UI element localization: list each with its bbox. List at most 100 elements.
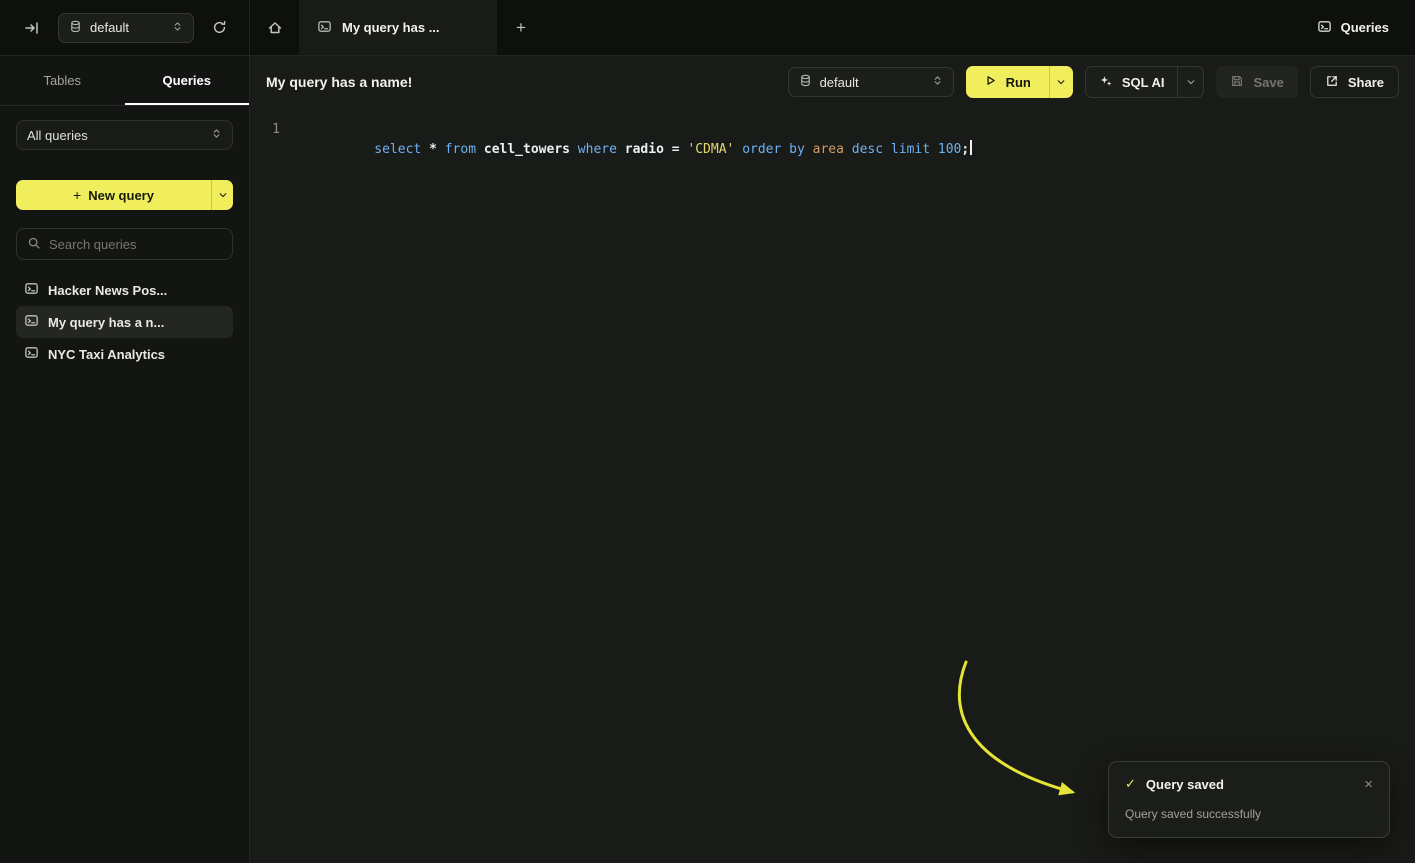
plus-icon: + (73, 187, 81, 203)
database-icon (69, 20, 82, 36)
query-list-item-my-query[interactable]: My query has a n... (16, 306, 233, 338)
tab-label: My query has ... (342, 20, 440, 35)
queries-button-label: Queries (1341, 20, 1389, 35)
toast-header: ✓ Query saved × (1125, 776, 1373, 792)
sql-ai-button[interactable]: SQL AI (1086, 67, 1178, 97)
code-token (844, 142, 852, 157)
query-filter-value: All queries (27, 128, 88, 143)
code-token: ; (961, 142, 969, 157)
line-number: 1 (250, 120, 280, 140)
code-token: by (789, 142, 805, 157)
share-icon (1325, 74, 1339, 91)
query-title[interactable]: My query has a name! (266, 74, 412, 90)
tab-strip: My query has ... + (250, 0, 545, 55)
queries-icon (1317, 19, 1332, 37)
search-queries-box (16, 228, 233, 260)
search-queries-input[interactable] (49, 237, 225, 252)
chevron-down-icon (218, 188, 228, 203)
query-list-item-nyc-taxi[interactable]: NYC Taxi Analytics (16, 338, 233, 370)
query-filter-select[interactable]: All queries (16, 120, 233, 150)
sparkle-icon (1099, 74, 1113, 91)
new-query-split-button: + New query (16, 180, 233, 210)
code-token (437, 142, 445, 157)
run-button[interactable]: Run (966, 66, 1049, 98)
chevron-down-icon (1056, 75, 1066, 90)
code-token (805, 142, 813, 157)
code-token: where (578, 142, 617, 157)
queries-button[interactable]: Queries (1317, 0, 1415, 55)
tab-my-query[interactable]: My query has ... (299, 0, 497, 55)
code-token (421, 142, 429, 157)
query-item-label: NYC Taxi Analytics (48, 347, 165, 362)
run-button-label: Run (1006, 75, 1031, 90)
query-icon (317, 19, 332, 37)
code-token: radio (625, 142, 664, 157)
main-header: My query has a name! default (250, 56, 1415, 108)
query-icon (24, 313, 39, 331)
topbar: default (0, 0, 1415, 56)
code-token (570, 142, 578, 157)
toast-query-saved: ✓ Query saved × Query saved successfully (1108, 761, 1390, 838)
sql-ai-options-button[interactable] (1177, 67, 1203, 97)
code-token (781, 142, 789, 157)
topbar-left: default (0, 0, 250, 55)
sidebar-tab-tables[interactable]: Tables (0, 56, 125, 105)
code-line: select * from cell_towers where radio = … (280, 120, 972, 180)
query-item-label: My query has a n... (48, 315, 164, 330)
query-list-item-hacker-news[interactable]: Hacker News Pos... (16, 274, 233, 306)
toast-title: Query saved (1146, 777, 1224, 792)
sql-ai-label: SQL AI (1122, 75, 1165, 90)
code-token: 100 (938, 142, 961, 157)
query-icon (24, 281, 39, 299)
save-icon (1230, 74, 1244, 91)
sidebar-tab-queries[interactable]: Queries (125, 56, 250, 105)
code-token (930, 142, 938, 157)
database-selector[interactable]: default (58, 13, 194, 43)
home-icon[interactable] (250, 0, 299, 55)
sidebar-content: All queries + New query (0, 106, 249, 384)
query-item-label: Hacker News Pos... (48, 283, 167, 298)
close-icon[interactable]: × (1364, 777, 1373, 792)
new-query-dropdown-button[interactable] (211, 180, 233, 210)
refresh-icon[interactable] (212, 20, 227, 35)
search-icon (27, 236, 41, 253)
code-token: area (813, 142, 844, 157)
new-tab-plus-icon[interactable]: + (497, 0, 545, 55)
text-cursor (970, 140, 972, 155)
sidebar-tabs: Tables Queries (0, 56, 249, 106)
code-token (664, 142, 672, 157)
code-token: cell_towers (484, 142, 570, 157)
new-query-label: New query (88, 188, 154, 203)
run-options-button[interactable] (1049, 66, 1073, 98)
code-token (476, 142, 484, 157)
code-token (883, 142, 891, 157)
database-selector-value: default (90, 20, 129, 35)
database-selector-main[interactable]: default (788, 67, 954, 97)
chevron-updown-icon (932, 74, 943, 90)
sql-editor[interactable]: 1 select * from cell_towers where radio … (250, 108, 1415, 863)
play-icon (984, 74, 997, 90)
code-token: = (672, 142, 680, 157)
share-button[interactable]: Share (1310, 66, 1399, 98)
code-token: limit (891, 142, 930, 157)
new-query-button[interactable]: + New query (16, 180, 211, 210)
run-split-button: Run (966, 66, 1073, 98)
code-token: 'CDMA' (687, 142, 734, 157)
chevron-updown-icon (172, 20, 183, 36)
sql-ai-split-button: SQL AI (1085, 66, 1205, 98)
code-token (617, 142, 625, 157)
code-token: from (445, 142, 476, 157)
collapse-sidebar-icon[interactable] (24, 20, 40, 36)
code-token: select (374, 142, 421, 157)
code-token: desc (852, 142, 883, 157)
header-controls: default (788, 66, 1399, 98)
save-button[interactable]: Save (1216, 66, 1297, 98)
code-token: order (742, 142, 781, 157)
sidebar: Tables Queries All queries + New query (0, 56, 250, 863)
chevron-updown-icon (211, 127, 222, 143)
code-token (734, 142, 742, 157)
code-tokens: select * from cell_towers where radio = … (374, 142, 969, 157)
toast-message: Query saved successfully (1125, 807, 1373, 821)
main-panel: My query has a name! default (250, 56, 1415, 863)
database-selector-value: default (820, 75, 859, 90)
